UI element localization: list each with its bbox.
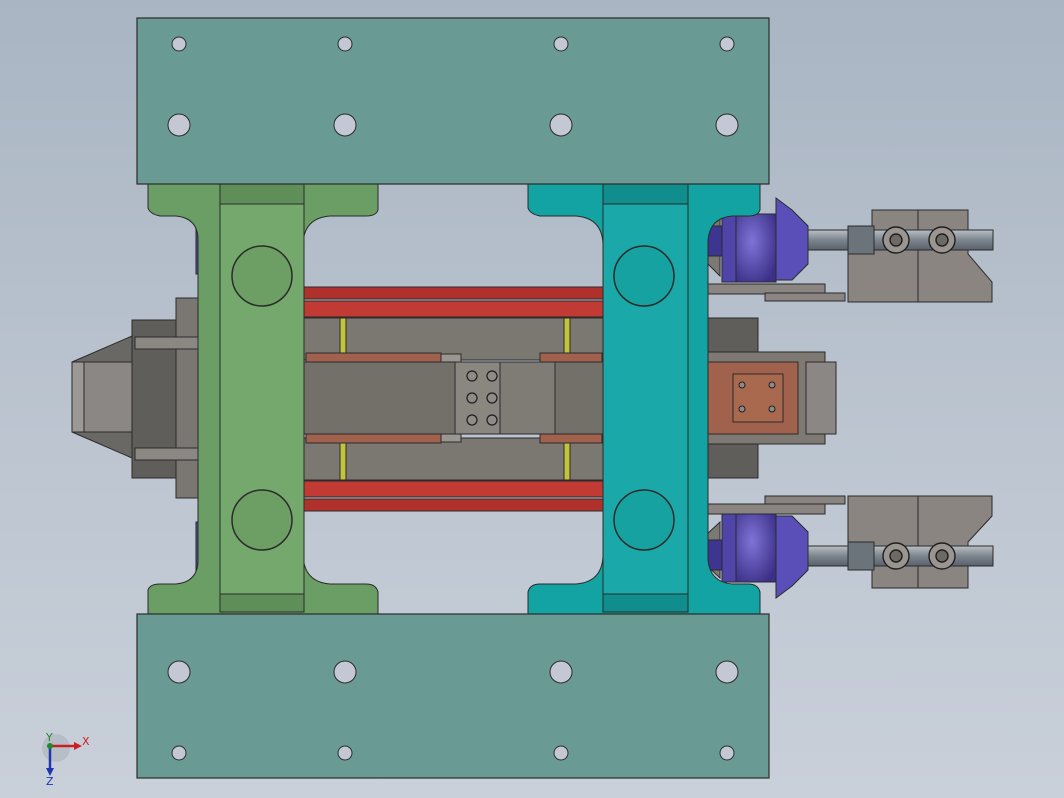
top-plate (136, 17, 770, 185)
x-axis-arrowhead (74, 742, 82, 750)
cad-viewport[interactable]: X Y Z (0, 0, 1064, 798)
upper-clevis-bracket (847, 209, 993, 303)
upper-arm (689, 283, 846, 302)
z-axis-label: Z (46, 775, 54, 788)
bottom-plate (136, 613, 770, 779)
x-axis-label: X (82, 735, 90, 748)
lower-arm (689, 495, 846, 515)
y-axis-label: Y (45, 731, 53, 744)
axis-triad[interactable]: X Y Z (42, 731, 90, 788)
